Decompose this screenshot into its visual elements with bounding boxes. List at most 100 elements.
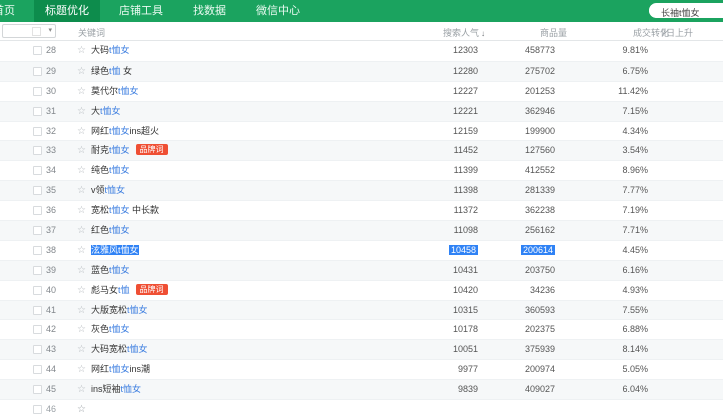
keyword-link[interactable]: 纯色t恤女 bbox=[91, 161, 130, 181]
row-checkbox[interactable] bbox=[33, 86, 42, 96]
table-row: 41 ☆ 大版宽松t恤女 10315 360593 7.55% bbox=[0, 299, 723, 321]
page-select-dropdown[interactable]: ▾ bbox=[2, 24, 56, 38]
table-row: 29 ☆ 绿色t恤 女 12280 275702 6.75% bbox=[0, 60, 723, 82]
keyword-link[interactable]: 绿色t恤 女 bbox=[91, 62, 132, 82]
product-count-value: 200614 bbox=[520, 244, 555, 255]
table-body: 28 ☆ 大码t恤女 12303 458773 9.81% 29 ☆ 绿色t恤 女 12280 27… bbox=[0, 41, 723, 419]
popularity-value: 11372 bbox=[453, 205, 478, 216]
row-checkbox[interactable] bbox=[33, 146, 42, 156]
row-number: 43 bbox=[46, 344, 57, 355]
row-checkbox[interactable] bbox=[33, 106, 42, 116]
row-number: 44 bbox=[46, 364, 57, 375]
keyword-link[interactable]: v领t恤女 bbox=[91, 181, 125, 201]
star-favorite-icon[interactable]: ☆ bbox=[77, 102, 86, 122]
keyword-link[interactable]: 莫代尔t恤女 bbox=[91, 82, 139, 102]
keyword-link[interactable]: 彪马女t恤 品牌词 bbox=[91, 281, 168, 301]
product-count-value: 360593 bbox=[524, 304, 555, 315]
keyword-link[interactable]: 耐克t恤女 品牌词 bbox=[91, 141, 168, 161]
keyword-link[interactable]: 灰色t恤女 bbox=[91, 320, 130, 340]
keyword-link[interactable]: 大码宽松t恤女 bbox=[91, 340, 148, 360]
star-favorite-icon[interactable]: ☆ bbox=[77, 161, 86, 181]
table-row: 42 ☆ 灰色t恤女 10178 202375 6.88% bbox=[0, 319, 723, 339]
popularity-value: 11098 bbox=[453, 225, 478, 236]
keyword-link[interactable]: 宽松t恤女 中长款 bbox=[91, 201, 159, 221]
star-favorite-icon[interactable]: ☆ bbox=[77, 380, 86, 400]
star-favorite-icon[interactable]: ☆ bbox=[77, 360, 86, 380]
column-header-popularity[interactable]: 搜索人气 ↓ bbox=[443, 26, 485, 39]
row-checkbox[interactable] bbox=[33, 285, 42, 295]
nav-tab-find-data[interactable]: 找数据 bbox=[182, 0, 237, 22]
star-favorite-icon[interactable]: ☆ bbox=[77, 141, 86, 161]
star-favorite-icon[interactable]: ☆ bbox=[77, 122, 86, 142]
keyword-link[interactable]: 网红t恤女ins潮 bbox=[91, 360, 150, 380]
nav-tab-title-optimization[interactable]: 标题优化 bbox=[34, 0, 100, 22]
row-checkbox[interactable] bbox=[33, 186, 42, 196]
popularity-value: 10051 bbox=[452, 344, 478, 355]
product-count-value: 34236 bbox=[529, 284, 555, 295]
popularity-value: 10420 bbox=[452, 284, 478, 295]
row-checkbox[interactable] bbox=[33, 245, 42, 255]
row-checkbox[interactable] bbox=[33, 365, 42, 375]
row-checkbox[interactable] bbox=[33, 46, 42, 55]
keyword-link[interactable]: 泫雅风t恤女 bbox=[91, 241, 139, 261]
star-favorite-icon[interactable]: ☆ bbox=[77, 41, 86, 61]
star-favorite-icon[interactable]: ☆ bbox=[77, 301, 86, 321]
row-number: 41 bbox=[46, 304, 57, 315]
nav-tab-home[interactable]: 首页 bbox=[0, 0, 26, 22]
keyword-link[interactable]: 网红t恤女ins超火 bbox=[91, 122, 159, 142]
row-number: 35 bbox=[46, 185, 57, 196]
star-favorite-icon[interactable]: ☆ bbox=[77, 241, 86, 261]
table-header-bar: ▾ 关键词 搜索人气 ↓ 商品量 成交转化 7日上升 bbox=[0, 22, 723, 41]
table-row: 34 ☆ 纯色t恤女 11399 412552 8.96% bbox=[0, 160, 723, 180]
star-favorite-icon[interactable]: ☆ bbox=[77, 181, 86, 201]
row-number: 34 bbox=[46, 165, 57, 176]
row-checkbox[interactable] bbox=[33, 385, 42, 395]
sort-descending-icon[interactable]: ↓ bbox=[481, 29, 485, 38]
star-favorite-icon[interactable]: ☆ bbox=[77, 400, 86, 420]
row-number: 30 bbox=[46, 85, 57, 96]
row-checkbox[interactable] bbox=[33, 325, 42, 335]
table-row: 31 ☆ 大t恤女 12221 362946 7.15% bbox=[0, 100, 723, 122]
nav-tab-wechat-center[interactable]: 微信中心 bbox=[245, 0, 311, 22]
row-number: 29 bbox=[46, 65, 57, 76]
conversion-value: 6.88% bbox=[622, 324, 648, 335]
row-checkbox[interactable] bbox=[33, 305, 42, 315]
star-favorite-icon[interactable]: ☆ bbox=[77, 62, 86, 82]
keyword-link[interactable]: ins短袖t恤女 bbox=[91, 380, 141, 400]
keyword-link[interactable]: 蓝色t恤女 bbox=[91, 261, 130, 281]
product-count-value: 256162 bbox=[524, 225, 555, 236]
star-favorite-icon[interactable]: ☆ bbox=[77, 261, 86, 281]
keyword-link[interactable]: 红色t恤女 bbox=[91, 221, 130, 241]
keyword-link[interactable]: 大版宽松t恤女 bbox=[91, 301, 148, 321]
conversion-value: 7.77% bbox=[622, 185, 648, 196]
row-checkbox[interactable] bbox=[33, 206, 42, 216]
column-header-popularity-label: 搜索人气 bbox=[443, 28, 480, 38]
popularity-value: 9977 bbox=[457, 364, 478, 375]
keyword-link[interactable]: 大t恤女 bbox=[91, 102, 121, 122]
keyword-search-input[interactable] bbox=[649, 5, 723, 18]
table-row: 40 ☆ 彪马女t恤 品牌词 10420 34236 4.93% bbox=[0, 279, 723, 301]
star-favorite-icon[interactable]: ☆ bbox=[77, 281, 86, 301]
row-checkbox[interactable] bbox=[33, 66, 42, 76]
star-favorite-icon[interactable]: ☆ bbox=[77, 340, 86, 360]
star-favorite-icon[interactable]: ☆ bbox=[77, 201, 86, 221]
product-count-value: 362238 bbox=[524, 205, 555, 216]
row-checkbox[interactable] bbox=[33, 405, 42, 415]
row-checkbox[interactable] bbox=[33, 345, 42, 355]
dropdown-inner-box bbox=[32, 27, 41, 36]
row-checkbox[interactable] bbox=[33, 265, 42, 275]
conversion-value: 7.71% bbox=[622, 225, 648, 236]
conversion-value: 4.34% bbox=[622, 125, 648, 136]
star-favorite-icon[interactable]: ☆ bbox=[77, 320, 86, 340]
star-favorite-icon[interactable]: ☆ bbox=[77, 221, 86, 241]
column-header-rise-7d[interactable]: 7日上升 bbox=[661, 26, 693, 39]
product-count-value: 412552 bbox=[524, 165, 555, 176]
nav-tab-shop-tools[interactable]: 店铺工具 bbox=[108, 0, 174, 22]
row-checkbox[interactable] bbox=[33, 126, 42, 136]
row-number: 46 bbox=[46, 404, 57, 415]
star-favorite-icon[interactable]: ☆ bbox=[77, 82, 86, 102]
popularity-value: 11398 bbox=[453, 185, 478, 196]
keyword-link[interactable]: 大码t恤女 bbox=[91, 41, 130, 61]
row-checkbox[interactable] bbox=[33, 166, 42, 176]
row-checkbox[interactable] bbox=[33, 226, 42, 236]
